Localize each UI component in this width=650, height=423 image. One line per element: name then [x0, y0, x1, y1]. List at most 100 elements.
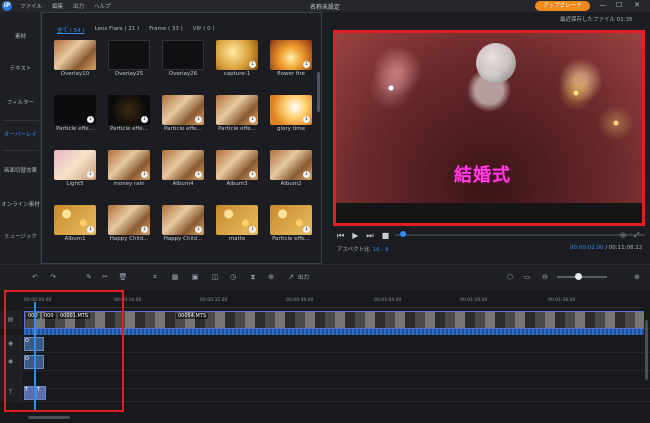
overlay-tile[interactable]: ↓ Particle effe... — [54, 95, 96, 137]
overlay-tile[interactable]: ↓ Happy Child... — [108, 205, 150, 247]
download-icon[interactable]: ↓ — [303, 226, 310, 233]
tile-label: Overlay26 — [168, 71, 198, 77]
menu-export[interactable]: 出力 — [73, 2, 84, 10]
overlay-tile[interactable]: ↓ Particle effe... — [108, 95, 150, 137]
aspect-tool-icon[interactable]: ▭ — [522, 273, 532, 281]
tile-label: Album4 — [172, 181, 194, 187]
total-time: 00:11:08.12 — [608, 245, 643, 251]
overlay-tile[interactable]: ↓ capture-1 — [216, 40, 258, 82]
marker-icon[interactable]: ⬡ — [505, 273, 515, 281]
zoom-slider-knob[interactable] — [575, 273, 582, 280]
tab-vip[interactable]: VIP ( 0 ) — [193, 26, 215, 34]
stop-icon[interactable]: ■ — [382, 231, 390, 241]
app-logo: iP — [2, 1, 12, 11]
redo-icon[interactable]: ↷ — [48, 273, 58, 281]
category-tabs: 全て ( 54 ) Lens Flare ( 21 ) Frame ( 33 )… — [57, 26, 215, 34]
ruler-tick-label: 00:00:32.00 — [200, 298, 228, 303]
snapshot-tool-icon[interactable]: ◫ — [210, 273, 220, 281]
tile-thumbnail: ↓ — [108, 150, 150, 180]
freeze-icon[interactable]: ▣ — [190, 273, 200, 281]
video-preview[interactable]: 結婚式 — [333, 30, 645, 226]
playback-progress-track[interactable] — [395, 234, 645, 236]
aspect-value[interactable]: 16 : 9 — [373, 247, 389, 253]
timeline-vscrollbar[interactable] — [645, 320, 648, 380]
prev-frame-icon[interactable]: ⏮ — [337, 231, 344, 241]
zoom-slider-track[interactable] — [557, 276, 607, 278]
sidebar-item-media[interactable]: 素材 — [0, 32, 41, 40]
snapshot-icon[interactable]: ◎ — [620, 231, 626, 239]
maximize-icon[interactable]: ☐ — [614, 1, 624, 9]
download-icon[interactable]: ↓ — [195, 171, 202, 178]
download-icon[interactable]: ↓ — [303, 171, 310, 178]
overlay-tile[interactable]: ↓ Album1 — [54, 205, 96, 247]
overlay-tile[interactable]: ↓ flower fire — [270, 40, 312, 82]
scissors-icon[interactable]: ✂ — [100, 273, 110, 281]
overlay-tile[interactable]: ↓ Happy Child... — [162, 205, 204, 247]
overlay-tile[interactable]: ↓ Album2 — [270, 150, 312, 192]
download-icon[interactable]: ↓ — [249, 171, 256, 178]
overlay-tile[interactable]: ↓ glory time — [270, 95, 312, 137]
playback-progress-knob[interactable] — [399, 231, 406, 237]
trash-icon[interactable]: 🗑 — [118, 273, 128, 281]
menu-help[interactable]: ヘルプ — [94, 2, 111, 10]
download-icon[interactable]: ↓ — [87, 116, 94, 123]
duration-icon[interactable]: ⧗ — [248, 273, 258, 282]
download-icon[interactable]: ↓ — [87, 171, 94, 178]
crop-icon[interactable]: ⌗ — [150, 273, 160, 282]
sidebar-item-online-media[interactable]: オンライン素材 — [0, 200, 41, 208]
overlay-tile[interactable]: Overlay26 — [162, 40, 204, 82]
zoom-tool-icon[interactable]: ⊕ — [266, 273, 276, 281]
download-icon[interactable]: ↓ — [249, 61, 256, 68]
download-icon[interactable]: ↓ — [195, 116, 202, 123]
pencil-icon[interactable]: ✎ — [84, 273, 94, 281]
menu-edit[interactable]: 編集 — [52, 2, 63, 10]
timecode: 00:00:02.00 / 00:11:08.12 — [570, 245, 642, 251]
overlay-tile[interactable]: ↓ Album3 — [216, 150, 258, 192]
tab-lens-flare[interactable]: Lens Flare ( 21 ) — [95, 26, 140, 34]
overlay-tile[interactable]: Overlay25 — [108, 40, 150, 82]
download-icon[interactable]: ↓ — [141, 171, 148, 178]
download-icon[interactable]: ↓ — [141, 226, 148, 233]
sidebar-item-music[interactable]: ミュージック — [0, 232, 41, 240]
timeline-hscrollbar[interactable] — [28, 416, 70, 419]
undo-icon[interactable]: ↶ — [30, 273, 40, 281]
download-icon[interactable]: ↓ — [249, 226, 256, 233]
overlay-tile[interactable]: ↓ Light5 — [54, 150, 96, 192]
tile-thumbnail: ↓ — [162, 95, 204, 125]
download-icon[interactable]: ↓ — [141, 116, 148, 123]
overlay-tile[interactable]: Overlay10 — [54, 40, 96, 82]
download-icon[interactable]: ↓ — [249, 116, 256, 123]
overlay-tile[interactable]: ↓ Album4 — [162, 150, 204, 192]
sidebar-item-overlay[interactable]: オーバーレイ — [0, 130, 41, 138]
overlay-tile[interactable]: ↓ money rain — [108, 150, 150, 192]
tab-all[interactable]: 全て ( 54 ) — [57, 26, 85, 34]
ruler-tick-label: 00:01:04.00 — [374, 298, 402, 303]
minimize-icon[interactable]: — — [598, 1, 608, 9]
overlay-tile[interactable]: ↓ Particle effe... — [216, 95, 258, 137]
sidebar-item-text[interactable]: テキスト — [0, 64, 41, 72]
play-icon[interactable]: ▶ — [352, 231, 358, 241]
mosaic-icon[interactable]: ▦ — [170, 273, 180, 281]
zoom-in-icon[interactable]: ⊕ — [632, 273, 642, 281]
fullscreen-icon[interactable]: ⤢ — [634, 231, 640, 240]
download-icon[interactable]: ↓ — [195, 226, 202, 233]
download-icon[interactable]: ↓ — [303, 116, 310, 123]
next-frame-icon[interactable]: ⏭ — [366, 231, 373, 241]
download-icon[interactable]: ↓ — [87, 226, 94, 233]
export-icon[interactable]: ↗ — [286, 273, 296, 281]
overlay-tile[interactable]: ↓ matte — [216, 205, 258, 247]
sidebar-item-filter[interactable]: フィルター — [0, 98, 41, 106]
zoom-out-icon[interactable]: ⊖ — [540, 273, 550, 281]
overlay-tile[interactable]: ↓ Particle effe... — [270, 205, 312, 247]
upgrade-button[interactable]: アップグレード — [535, 1, 590, 11]
media-scrollbar[interactable] — [317, 72, 320, 112]
speed-icon[interactable]: ◷ — [228, 273, 238, 281]
export-button[interactable]: 出力 — [298, 273, 309, 281]
menu-file[interactable]: ファイル — [20, 2, 42, 10]
download-icon[interactable]: ↓ — [303, 61, 310, 68]
tab-frame[interactable]: Frame ( 33 ) — [149, 26, 183, 34]
sidebar-item-transition[interactable]: 画面切替効果 — [0, 166, 41, 174]
overlay-tile[interactable]: ↓ Particle effe... — [162, 95, 204, 137]
tile-label: Overlay25 — [114, 71, 144, 77]
close-icon[interactable]: ✕ — [632, 1, 642, 9]
